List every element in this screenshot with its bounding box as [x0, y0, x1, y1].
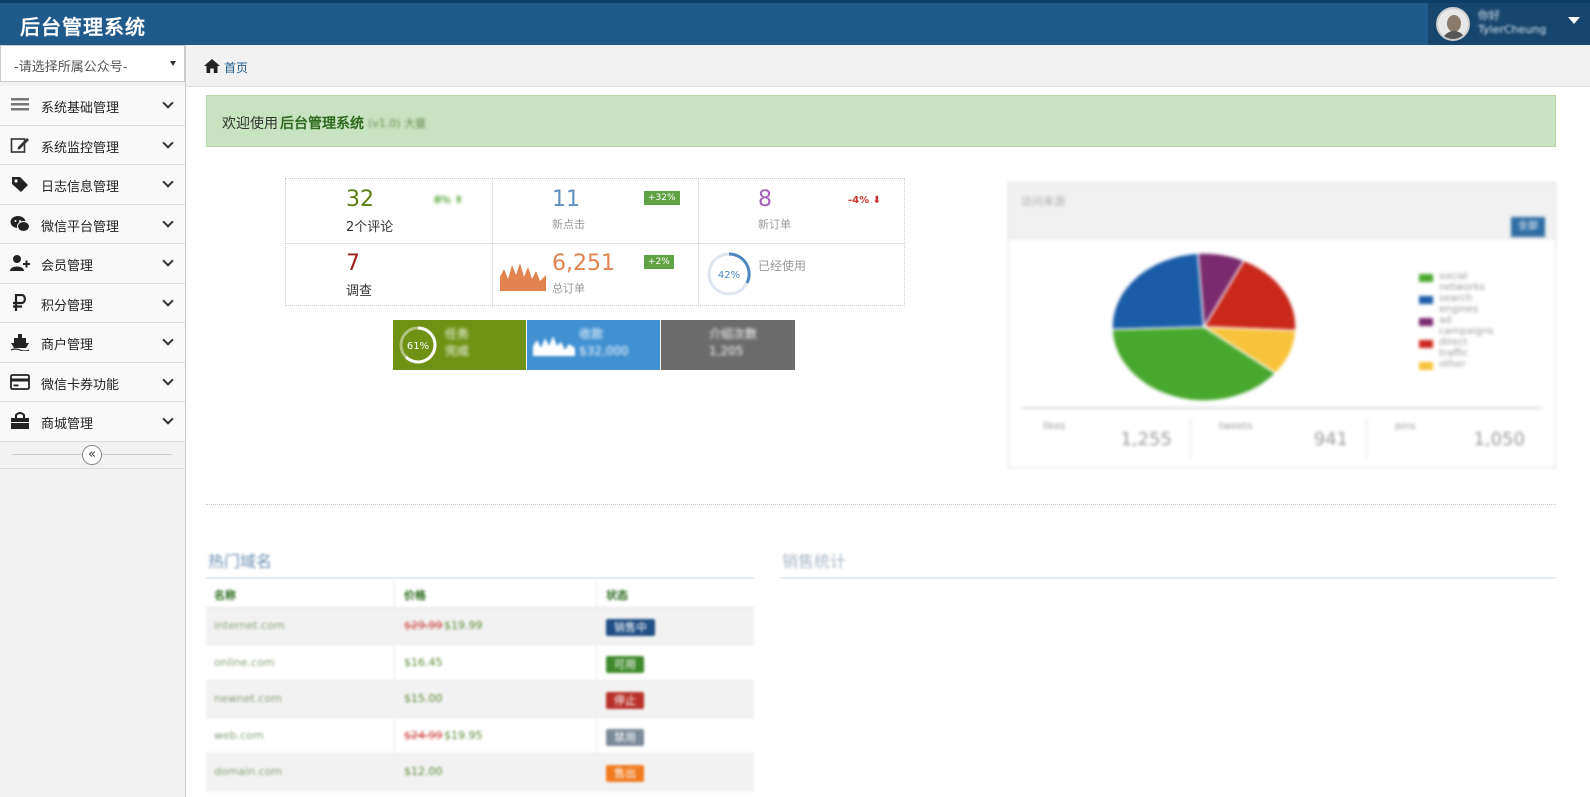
table-row: internet.com $29.99 $19.99 销售中	[206, 608, 754, 645]
chevron-down-icon	[162, 136, 174, 149]
sidebar: -请选择所属公众号- 系统基础管理 系统监控管理 日志信息管理 微信平台管理 会…	[0, 45, 186, 797]
sidebar-item-monitor[interactable]: 系统监控管理	[0, 125, 185, 165]
caret-down-icon	[170, 61, 176, 66]
hot-domains-title: 热门域名	[208, 552, 273, 571]
ruble-icon	[13, 293, 26, 311]
sales-stats-title: 销售统计	[782, 552, 847, 571]
pins-stat: pins 1,050	[1395, 421, 1525, 450]
summary-tiles: 61% 任务 完成 收款 $32,000 介绍次数 1,205	[393, 320, 795, 370]
chevron-down-icon	[162, 294, 174, 307]
stat-orders: 8 新订单 -4% ⬇	[758, 187, 882, 231]
chevron-down-icon	[162, 373, 174, 386]
sidebar-item-basic[interactable]: 系统基础管理	[0, 86, 185, 126]
stat-survey: 7 调查	[346, 251, 373, 299]
sidebar-collapse-row: «	[0, 442, 185, 469]
social-stats: likes 1,255 tweets 941 pins 1,050	[1021, 407, 1543, 463]
top-navbar: 后台管理系统 你好 TylerCheung	[0, 0, 1590, 45]
ship-icon	[10, 334, 30, 351]
collapse-sidebar-button[interactable]: «	[82, 445, 102, 465]
chevron-down-icon	[162, 334, 174, 346]
sidebar-item-mall[interactable]: 商城管理	[0, 402, 185, 442]
sidebar-item-logs[interactable]: 日志信息管理	[0, 165, 185, 205]
stat-comments: 32 2个评论 8% ⬆	[346, 187, 463, 235]
stat-clicks: 11 新点击 +32%	[492, 179, 698, 243]
chevron-down-icon	[162, 413, 174, 425]
svg-text:61%: 61%	[407, 341, 429, 352]
table-row: newnet.com $15.00 停止	[206, 681, 754, 718]
svg-text:42%: 42%	[718, 270, 740, 281]
app-title: 后台管理系统	[20, 15, 146, 39]
breadcrumb-home[interactable]: 首页	[224, 59, 248, 76]
section-divider	[206, 504, 1556, 505]
wechat-icon	[10, 215, 30, 232]
sidebar-item-wechat-cards[interactable]: 微信卡券功能	[0, 362, 185, 402]
edit-icon	[10, 137, 29, 153]
user-menu[interactable]: 你好 TylerCheung	[1428, 3, 1590, 45]
account-select[interactable]: -请选择所属公众号-	[0, 45, 185, 82]
sidebar-item-points[interactable]: 积分管理	[0, 283, 185, 323]
sidebar-menu: 系统基础管理 系统监控管理 日志信息管理 微信平台管理 会员管理 积分管理 商户…	[0, 86, 185, 442]
sidebar-item-wechat[interactable]: 微信平台管理	[0, 204, 185, 244]
chevron-down-icon	[162, 176, 174, 188]
table-row: web.com $24.99 $19.95 禁用	[206, 718, 754, 754]
tweets-stat: tweets 941	[1197, 419, 1367, 459]
stat-total-orders: 6,251 总订单 +2%	[492, 243, 698, 307]
table-header: 名称 价格 状态	[206, 581, 754, 608]
breadcrumb: 首页	[186, 45, 1590, 87]
traffic-sources-panel: 访问来源 全部 social networks search engines a…	[1008, 182, 1556, 468]
tile-referrals[interactable]: 介绍次数 1,205	[661, 320, 795, 370]
add-user-icon	[10, 255, 30, 271]
stat-usage: 42% 已经使用	[698, 243, 904, 307]
tile-income[interactable]: 收款 $32,000	[527, 320, 660, 370]
tag-icon	[12, 177, 28, 192]
credit-card-icon	[10, 373, 30, 390]
pie-slice-search-engines	[1111, 252, 1205, 331]
table-row: domain.com $12.00 售出	[206, 754, 754, 791]
table-row: online.com $16.45 可用	[206, 645, 754, 681]
panel-toggle-button[interactable]: 全部	[1511, 217, 1545, 237]
hot-domains-table: 名称 价格 状态 internet.com $29.99 $19.99 销售中 …	[206, 581, 754, 791]
likes-stat: likes 1,255	[1021, 419, 1191, 459]
traffic-pie-chart	[1111, 252, 1297, 402]
chevron-down-icon	[162, 255, 174, 267]
list-icon	[11, 98, 29, 111]
trend-up-badge: 8% ⬆	[434, 195, 463, 206]
stats-grid: 32 2个评论 8% ⬆ 11 新点击 +32% 8 新订单 -4% ⬇ 7 调…	[285, 178, 906, 307]
welcome-alert: 欢迎使用 后台管理系统 (v1.0) 大量	[206, 95, 1556, 147]
user-greeting: 你好 TylerCheung	[1478, 9, 1547, 36]
sidebar-item-members[interactable]: 会员管理	[0, 244, 185, 284]
home-icon[interactable]	[204, 59, 220, 73]
chevron-down-icon	[162, 215, 174, 228]
shopping-bag-icon	[11, 412, 29, 429]
avatar	[1436, 7, 1470, 41]
tile-tasks[interactable]: 61% 任务 完成	[393, 320, 526, 370]
panel-header: 访问来源 全部	[1009, 183, 1555, 239]
sidebar-item-merchants[interactable]: 商户管理	[0, 323, 185, 363]
chevron-down-icon[interactable]	[1568, 17, 1580, 24]
chevron-down-icon	[162, 97, 174, 109]
